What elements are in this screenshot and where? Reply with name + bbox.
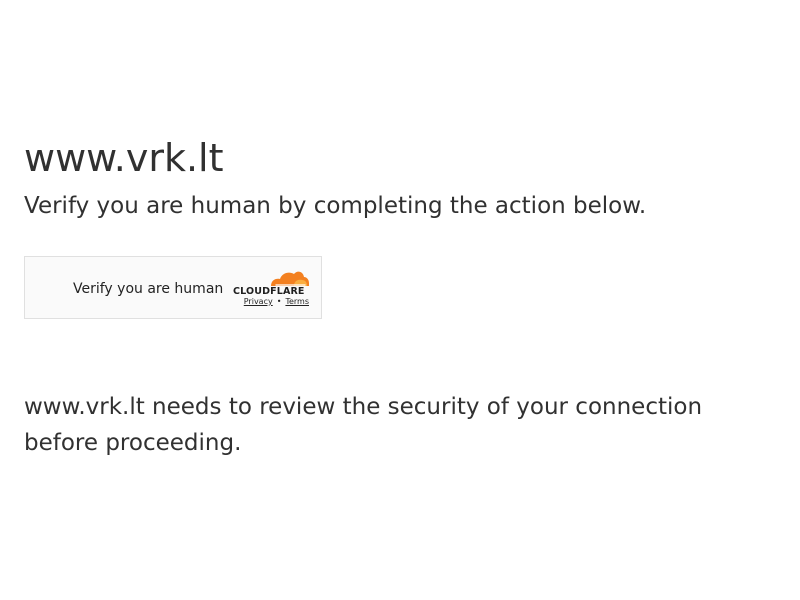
page-subtitle: Verify you are human by completing the a… (24, 193, 647, 219)
privacy-link[interactable]: Privacy (244, 296, 273, 308)
security-review-message: www.vrk.lt needs to review the security … (24, 394, 703, 456)
link-separator: • (276, 297, 282, 306)
site-title: www.vrk.lt (24, 136, 224, 180)
cloudflare-branding: CLOUDFLARE Privacy • Terms (233, 269, 311, 309)
terms-link[interactable]: Terms (285, 296, 309, 308)
cloudflare-logo: CLOUDFLARE (233, 271, 309, 295)
challenge-page: www.vrk.lt Verify you are human by compl… (0, 0, 800, 600)
cloudflare-wordmark: CLOUDFLARE (233, 286, 305, 295)
verify-human-label[interactable]: Verify you are human (73, 279, 223, 299)
cloudflare-cloud-icon (271, 271, 309, 286)
legal-links: Privacy • Terms (243, 296, 309, 308)
cloudflare-verification-widget[interactable]: Verify you are human CLOUDFLARE Privacy … (24, 256, 322, 319)
